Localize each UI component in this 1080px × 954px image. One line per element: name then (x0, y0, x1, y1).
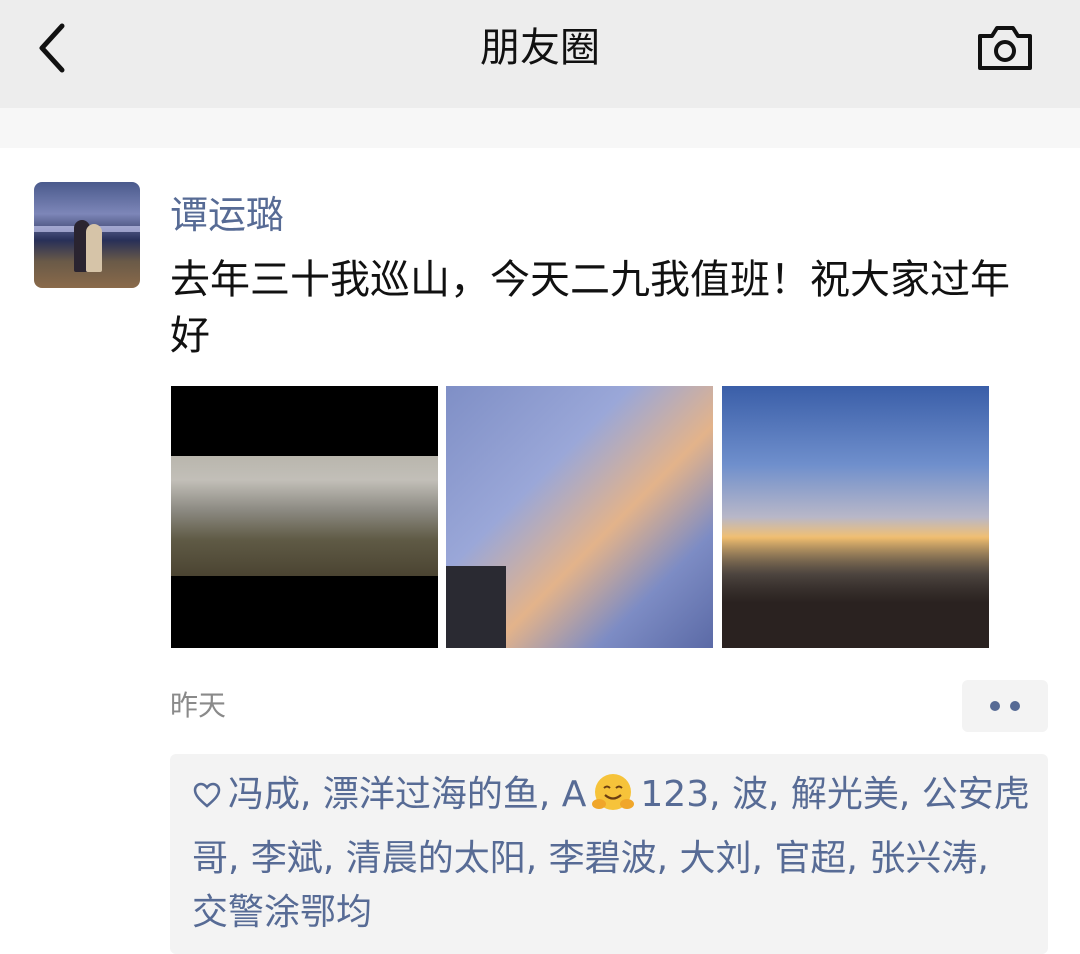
photo-sunrise-pavilion-silhouette (722, 536, 989, 648)
heart-icon (192, 772, 222, 826)
camera-button[interactable] (970, 18, 1040, 78)
photo-sunrise-pavilion[interactable] (722, 386, 989, 648)
more-dots-icon-2 (1010, 701, 1020, 711)
moment-post: 谭运璐 去年三十我巡山，今天二九我值班！祝大家过年好 昨天 冯成, 漂洋过海的鱼… (0, 148, 1080, 954)
likes-names-part-1[interactable]: 冯成, 漂洋过海的鱼, A (228, 774, 586, 815)
page-title: 朋友圈 (480, 25, 600, 71)
likes-panel: 冯成, 漂洋过海的鱼, A 123, 波, 解光美, 公安虎哥, 李斌, 清晨的… (170, 754, 1048, 954)
photo-mountains-scene (171, 456, 438, 576)
avatar-person-2 (86, 224, 102, 272)
top-navigation-bar: 朋友圈 (0, 0, 1080, 109)
post-text: 去年三十我巡山，今天二九我值班！祝大家过年好 (170, 257, 1010, 359)
more-dots-icon (990, 701, 1000, 711)
more-actions-button[interactable] (962, 680, 1048, 732)
photo-sky-clouds-tree (446, 566, 506, 648)
author-name[interactable]: 谭运璐 (170, 190, 284, 240)
post-time: 昨天 (170, 689, 227, 722)
feed-spacer (0, 108, 1080, 148)
photo-mountains[interactable] (171, 386, 438, 648)
likes-list: 冯成, 漂洋过海的鱼, A 123, 波, 解光美, 公安虎哥, 李斌, 清晨的… (192, 768, 1032, 940)
camera-icon (978, 26, 1032, 70)
photo-sky-clouds[interactable] (446, 386, 713, 648)
avatar[interactable] (34, 182, 140, 288)
hugging-face-emoji-icon (590, 770, 636, 832)
